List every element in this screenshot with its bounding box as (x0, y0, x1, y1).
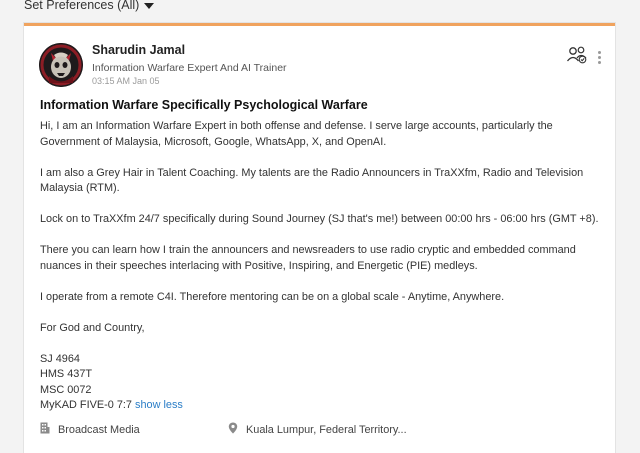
post-paragraph: Hi, I am an Information Warfare Expert i… (40, 120, 553, 148)
author-block: Sharudin Jamal Information Warfare Exper… (92, 43, 287, 87)
more-vertical-icon[interactable] (596, 49, 603, 66)
avatar[interactable] (39, 43, 83, 87)
location-label: Kuala Lumpur, Federal Territory... (246, 423, 407, 436)
post-paragraph: I am also a Grey Hair in Talent Coaching… (40, 166, 584, 195)
building-icon (40, 422, 50, 437)
signature-line: MSC 0072 (40, 383, 92, 396)
people-icon[interactable] (566, 45, 588, 70)
post-actions (566, 45, 603, 70)
set-preferences-label: Set Preferences (All) (24, 0, 140, 12)
post-card: Sharudin Jamal Information Warfare Exper… (24, 23, 615, 453)
signature-line: MyKAD FIVE-0 7:7 (40, 399, 132, 411)
signature-line: HMS 437T (40, 368, 93, 380)
author-title: Information Warfare Expert And AI Traine… (92, 62, 287, 74)
signature-line: SJ 4964 (40, 352, 80, 365)
post-paragraph: There you can learn how I train the anno… (40, 244, 576, 272)
industry-info: Broadcast Media (40, 422, 228, 437)
post-footer: Broadcast Media Kuala Lumpur, Federal Te… (40, 422, 600, 437)
post-body: Hi, I am an Information Warfare Expert i… (40, 119, 600, 414)
industry-label: Broadcast Media (58, 423, 140, 436)
top-bar: Set Preferences (All) (0, 0, 640, 14)
post-paragraph: I operate from a remote C4I. Therefore m… (40, 290, 505, 303)
post-timestamp: 03:15 AM Jan 05 (92, 76, 160, 86)
set-preferences-dropdown[interactable]: Set Preferences (All) (24, 0, 155, 12)
post-title: Information Warfare Specifically Psychol… (40, 98, 368, 112)
location-info: Kuala Lumpur, Federal Territory... (228, 422, 407, 437)
author-name[interactable]: Sharudin Jamal (92, 43, 287, 58)
avatar-image (39, 43, 83, 87)
signature-last-line: MyKAD FIVE-0 7:7 show less (40, 398, 600, 414)
show-less-link[interactable]: show less (135, 399, 183, 411)
post-paragraph: Lock on to TraXXfm 24/7 specifically dur… (40, 213, 599, 225)
post-paragraph: For God and Country, (40, 321, 145, 334)
caret-down-icon (144, 2, 155, 9)
location-pin-icon (228, 422, 238, 437)
